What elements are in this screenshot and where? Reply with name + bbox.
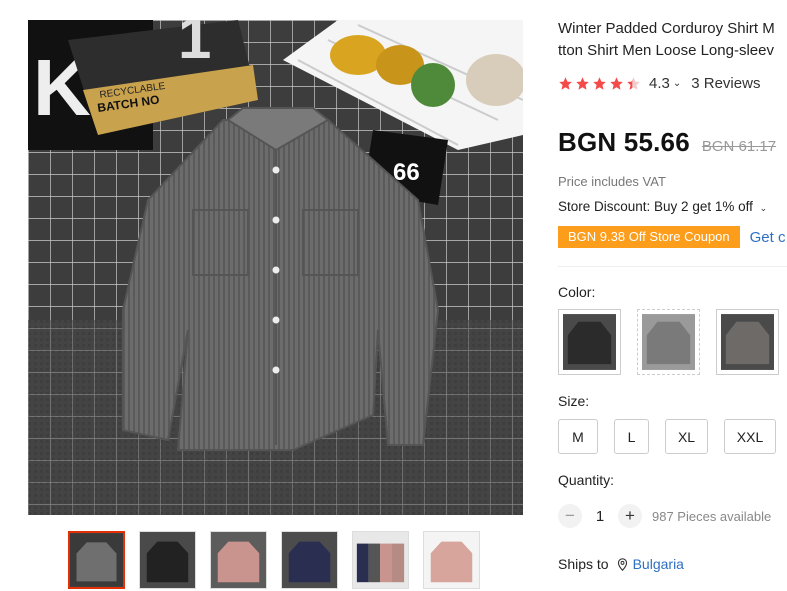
ship-country-link[interactable]: Bulgaria [633,556,684,572]
rating-row[interactable]: 4.3 ⌄ 3 Reviews [558,75,760,92]
store-discount-dropdown[interactable]: Store Discount: Buy 2 get 1% off ⌄ [558,199,767,214]
star-icon [593,77,606,90]
vat-note: Price includes VAT [558,174,666,189]
size-option-l[interactable]: L [614,419,649,454]
current-price: BGN 55.66 [558,127,690,157]
star-rating [558,76,641,91]
price-row: BGN 55.66 BGN 61.17 [558,127,776,158]
color-option-black[interactable] [558,309,621,375]
product-title-line-1: Winter Padded Corduroy Shirt M [558,20,775,37]
star-icon [576,77,589,90]
size-option-m[interactable]: M [558,419,598,454]
quantity-stepper: − 1 + 987 Pieces available [558,504,771,528]
thumbnail-4[interactable] [352,531,409,589]
svg-text:1: 1 [178,20,211,71]
product-title-line-2: tton Shirt Men Loose Long-sleev [558,42,774,59]
thumbnail-2[interactable] [210,531,267,589]
reviews-link[interactable]: 3 Reviews [691,75,760,92]
product-title: Winter Padded Corduroy Shirt M tton Shir… [558,18,787,62]
store-discount-text: Store Discount: Buy 2 get 1% off [558,199,753,214]
star-icon [559,77,572,90]
original-price: BGN 61.17 [701,138,777,155]
coupon-row: BGN 9.38 Off Store Coupon Get c [558,226,786,248]
quantity-value[interactable]: 1 [582,508,618,525]
size-option-xl[interactable]: XL [665,419,708,454]
main-product-image[interactable]: K 1 RECYCLABLE BATCH NO 66 [28,20,523,515]
chevron-down-icon: ⌄ [759,203,768,213]
thumbnail-1[interactable] [139,531,196,589]
ships-to-label: Ships to [558,556,609,572]
thumbnail-0[interactable] [68,531,125,589]
color-label: Color: [558,284,596,300]
half-star-icon [627,77,640,90]
thumbnail-3[interactable] [281,531,338,589]
rating-value: 4.3 [649,75,670,92]
color-option-dark-gray[interactable] [716,309,779,375]
location-pin-icon [617,557,627,571]
quantity-label: Quantity: [558,472,615,488]
get-coupon-link[interactable]: Get c [750,229,786,246]
thumbnail-strip [68,531,480,589]
divider [558,266,787,267]
store-coupon-badge: BGN 9.38 Off Store Coupon [558,226,744,248]
ships-to-row: Ships to Bulgaria [558,556,684,572]
thumbnail-5[interactable] [423,531,480,589]
quantity-minus-button[interactable]: − [558,504,582,528]
size-label: Size: [558,393,590,409]
color-option-gray[interactable] [637,309,700,375]
product-photo: K 1 RECYCLABLE BATCH NO 66 [28,20,523,515]
size-options: M L XL XXL [558,419,776,454]
quantity-plus-button[interactable]: + [618,504,642,528]
size-option-xxl[interactable]: XXL [724,419,776,454]
star-icon [610,77,623,90]
chevron-down-icon[interactable]: ⌄ [673,78,681,89]
color-options [558,309,779,375]
available-pieces: 987 Pieces available [652,508,772,524]
